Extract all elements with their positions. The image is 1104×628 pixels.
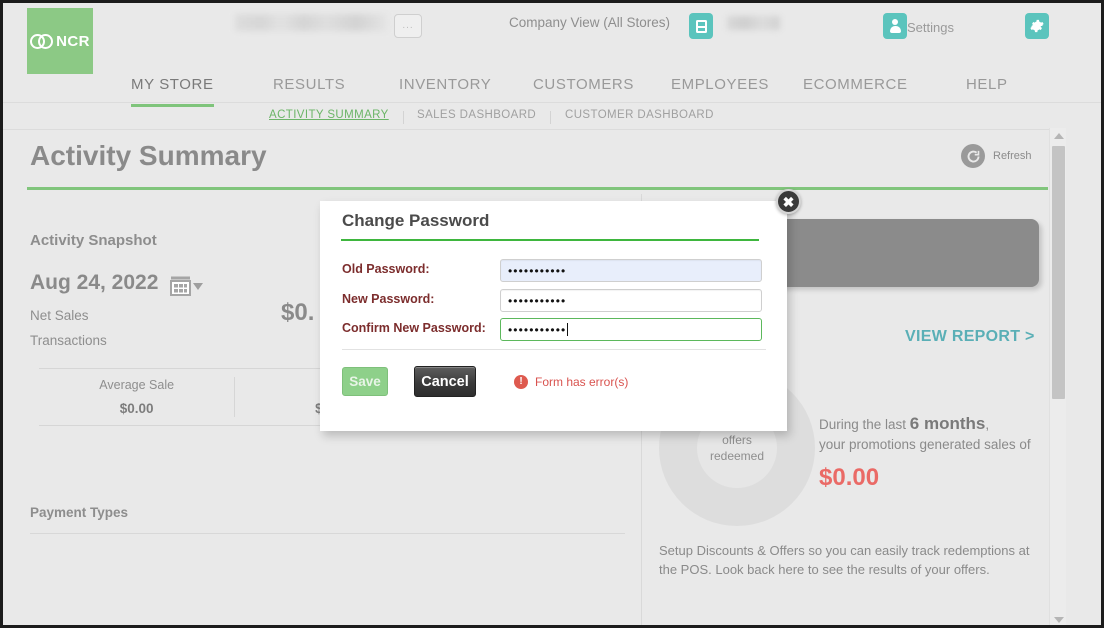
calendar-dropdown-caret-icon[interactable]	[193, 283, 203, 290]
old-password-input[interactable]: •••••••••••	[500, 259, 762, 282]
confirm-password-label: Confirm New Password:	[342, 321, 486, 335]
settings-label[interactable]: Settings	[907, 20, 954, 35]
top-bar: NCR ... Company View (All Stores) Settin…	[3, 3, 1101, 74]
subnav-item-activity-summary[interactable]: ACTIVITY SUMMARY	[269, 109, 389, 121]
confirm-password-input[interactable]: •••••••••••	[500, 318, 762, 341]
refresh-label: Refresh	[993, 150, 1032, 162]
promotions-message-line2: your promotions generated sales of	[819, 437, 1031, 452]
text-caret	[567, 323, 569, 336]
subnav-divider	[550, 111, 551, 124]
register-glyph	[695, 19, 707, 33]
new-password-row: New Password: •••••••••••	[342, 289, 766, 312]
application-window: NCR ... Company View (All Stores) Settin…	[0, 0, 1104, 628]
nav-item-customers[interactable]: CUSTOMERS	[533, 76, 634, 104]
payment-types-label: Payment Types	[30, 505, 129, 520]
ncr-logo[interactable]: NCR	[27, 8, 93, 74]
refresh-button[interactable]: Refresh	[961, 144, 1032, 168]
main-navigation: MY STORE RESULTS INVENTORY CUSTOMERS EMP…	[3, 66, 1101, 107]
confirm-password-row: Confirm New Password: •••••••••••	[342, 318, 766, 341]
msg-period: 6 months	[909, 414, 986, 433]
scroll-up-arrow-icon[interactable]	[1050, 128, 1067, 144]
confirm-password-value: •••••••••••	[508, 322, 567, 337]
close-icon[interactable]: ✖	[776, 189, 801, 214]
stat-average-sale: Average Sale $0.00	[39, 369, 234, 425]
transactions-label: Transactions	[30, 333, 107, 348]
person-glyph	[889, 19, 901, 33]
nav-item-results[interactable]: RESULTS	[273, 76, 345, 104]
stat-label: Average Sale	[99, 378, 175, 392]
form-divider	[342, 349, 766, 350]
subnav-item-customer-dashboard[interactable]: CUSTOMER DASHBOARD	[565, 109, 714, 121]
vertical-scrollbar[interactable]	[1049, 128, 1067, 625]
snapshot-date: Aug 24, 2022	[30, 271, 159, 294]
nav-item-inventory[interactable]: INVENTORY	[399, 76, 491, 104]
setup-offers-text: Setup Discounts & Offers so you can easi…	[659, 543, 1030, 577]
msg-suffix: ,	[985, 417, 990, 432]
calendar-icon[interactable]	[170, 275, 191, 296]
user-name-redacted	[727, 16, 780, 30]
subnav-divider	[403, 111, 404, 124]
form-error-text: Form has error(s)	[535, 374, 629, 389]
user-account-icon[interactable]	[883, 13, 907, 39]
gear-glyph	[1030, 19, 1044, 33]
dialog-actions: Save Cancel ! Form has error(s)	[342, 366, 628, 397]
nav-item-help[interactable]: HELP	[966, 76, 1008, 104]
nav-item-ecommerce[interactable]: ECOMMERCE	[803, 76, 908, 104]
title-underline	[27, 187, 1048, 190]
net-sales-value: $0.	[281, 299, 315, 326]
page-title: Activity Summary	[30, 140, 267, 171]
store-picker-button[interactable]: ...	[394, 14, 422, 38]
view-report-link[interactable]: VIEW REPORT >	[905, 328, 1035, 346]
msg-prefix: During the last	[819, 417, 910, 432]
register-icon[interactable]	[689, 13, 713, 39]
donut-label-line2: redeemed	[709, 448, 765, 463]
ncr-logo-text: NCR	[56, 32, 90, 50]
payment-types-divider	[30, 533, 625, 534]
nav-item-employees[interactable]: EMPLOYEES	[671, 76, 769, 104]
new-password-value: •••••••••••	[508, 293, 567, 308]
promotions-message-line1: During the last 6 months,	[819, 414, 1048, 434]
sub-navigation: ACTIVITY SUMMARY SALES DASHBOARD CUSTOME…	[3, 104, 1101, 130]
save-button[interactable]: Save	[342, 367, 388, 396]
store-name-redacted	[235, 14, 387, 31]
donut-label-line1: offers	[722, 432, 752, 447]
promotions-sales-amount: $0.00	[819, 464, 880, 491]
net-sales-label: Net Sales	[30, 308, 89, 323]
ncr-rings-icon	[30, 33, 54, 49]
error-icon: !	[514, 374, 528, 389]
right-gutter	[1066, 128, 1101, 625]
subnav-item-sales-dashboard[interactable]: SALES DASHBOARD	[417, 109, 536, 121]
old-password-label: Old Password:	[342, 262, 430, 276]
nav-item-my-store[interactable]: MY STORE	[131, 76, 214, 107]
old-password-value: •••••••••••	[508, 263, 567, 278]
gear-icon[interactable]	[1025, 13, 1049, 39]
snapshot-title: Activity Snapshot	[30, 232, 157, 249]
cancel-button[interactable]: Cancel	[414, 366, 476, 397]
dialog-title-underline	[341, 239, 759, 241]
scrollbar-thumb[interactable]	[1052, 146, 1065, 399]
change-password-dialog: Change Password Old Password: ••••••••••…	[320, 201, 787, 431]
form-error: ! Form has error(s)	[514, 374, 629, 389]
dialog-title: Change Password	[342, 211, 490, 230]
old-password-row: Old Password: •••••••••••	[342, 259, 766, 282]
new-password-input[interactable]: •••••••••••	[500, 289, 762, 312]
stat-value: $0.00	[119, 401, 154, 416]
new-password-label: New Password:	[342, 292, 435, 306]
company-view-label: Company View (All Stores)	[509, 15, 671, 30]
scroll-down-arrow-icon[interactable]	[1050, 612, 1067, 625]
promotions-message: During the last 6 months, your promotion…	[819, 414, 1048, 452]
refresh-icon	[961, 144, 985, 168]
